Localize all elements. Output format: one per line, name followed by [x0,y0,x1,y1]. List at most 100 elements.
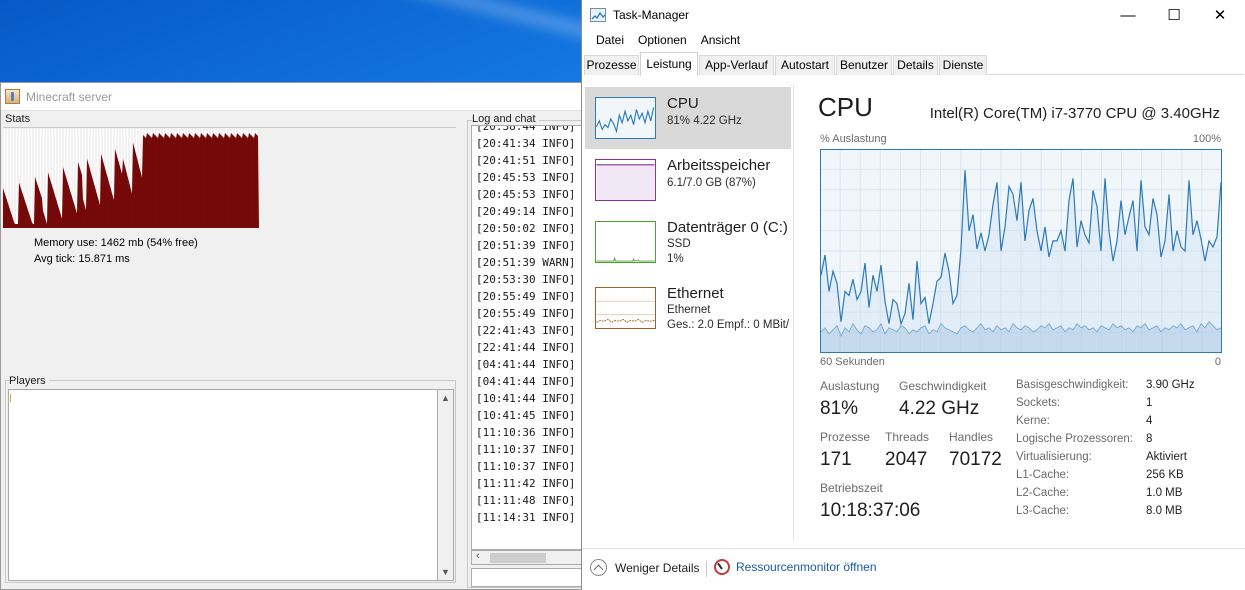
info-l3-cache-label: L3-Cache: [1016,505,1070,517]
handles-label: Handles [949,430,994,444]
info-sockets-value: 1 [1146,397,1153,409]
chart-y-axis-label: % Auslastung [820,133,887,145]
info-basisgeschwindigkeit-label: Basisgeschwindigkeit: [1016,379,1129,391]
players-label: Players [9,375,49,387]
sidebar-item-cpu[interactable]: CPU 81% 4.22 GHz [585,87,791,149]
threads-label: Threads [885,430,930,444]
log-line: [10:41:44 INFO] [476,392,576,405]
java-cup-icon [5,89,20,104]
info-virtualisierung-value: Aktiviert [1146,451,1187,463]
menu-bar: Datei Optionen Ansicht [582,30,747,50]
chevron-up-icon [590,559,607,576]
log-line: [20:50:02 INFO] [476,222,576,235]
log-line: [20:51:39 INFO] [476,239,576,252]
sidebar-item-memory[interactable]: Arbeitsspeicher 6.1/7.0 GB (87%) [585,149,791,211]
memory-stats: Memory use: 1462 mb (54% free) Avg tick:… [34,235,198,267]
log-horizontal-scrollbar[interactable]: ‹ [471,550,597,565]
footer-bar: Weniger Details Ressourcenmonitor öffnen [582,548,1245,586]
auslastung-value: 81% [820,398,859,419]
cpu-model-name: Intel(R) Core(TM) i7-3770 CPU @ 3.40GHz [929,105,1220,122]
log-line: [04:41:44 INFO] [476,375,576,388]
info-virtualisierung-label: Virtualisierung: [1016,451,1092,463]
menu-ansicht[interactable]: Ansicht [694,30,747,50]
info-kerne-value: 4 [1146,415,1153,427]
task-manager-icon [590,8,606,22]
log-label: Log and chat [472,113,539,125]
betriebszeit-value: 10:18:37:06 [820,500,921,521]
geschwindigkeit-label: Geschwindigkeit [899,379,987,393]
tab-prozesse[interactable]: Prozesse [584,55,639,75]
disk-thumbnail-graph [595,221,656,263]
task-manager-window: Task-Manager — ☐ ✕ Datei Optionen Ansich… [581,0,1245,590]
log-line: [22:41:44 INFO] [476,341,576,354]
players-scrollbar[interactable]: ▲ ▼ [438,389,454,581]
sidebar-disk-type: SSD [667,238,691,250]
fewer-details-button[interactable]: Weniger Details [590,559,699,576]
handles-value: 70172 [949,449,1002,470]
menu-optionen[interactable]: Optionen [631,30,694,50]
scroll-down-arrow-icon[interactable]: ▼ [441,567,450,577]
cpu-thumbnail-graph [595,97,656,139]
info-logische-prozessoren-value: 8 [1146,433,1153,445]
sidebar-disk-name: Datenträger 0 (C:) [667,219,788,236]
scrollbar-thumb[interactable] [490,553,546,563]
log-line: [10:41:45 INFO] [476,409,576,422]
log-line: [11:10:36 INFO] [476,426,576,439]
sidebar-item-ethernet[interactable]: Ethernet Ethernet Ges.: 2.0 Empf.: 0 MBi… [585,277,791,339]
tab-autostart[interactable]: Autostart [775,55,835,75]
stats-label: Stats [5,113,34,125]
scroll-left-arrow-icon[interactable]: ‹ [476,550,480,562]
minimize-button[interactable]: — [1105,0,1151,30]
text-caret [10,394,11,402]
log-text-area[interactable]: [20:38:44 INFO] [20:41:34 INFO] [20:41:51 … [471,125,597,550]
tab-details[interactable]: Details [893,55,938,75]
minecraft-title-bar[interactable]: Minecraft server [1,83,599,111]
sidebar-cpu-name: CPU [667,95,699,112]
chart-x-left-label: 60 Sekunden [820,356,885,368]
log-line: [20:53:30 INFO] [476,273,576,286]
info-l1-cache-label: L1-Cache: [1016,469,1070,481]
chat-input[interactable] [471,568,597,587]
window-title: Task-Manager [613,8,690,22]
sidebar-ethernet-throughput: Ges.: 2.0 Empf.: 0 MBit/ [667,319,790,331]
resource-monitor-label: Ressourcenmonitor öffnen [736,560,877,574]
info-l3-cache-value: 8.0 MB [1146,505,1183,517]
info-basisgeschwindigkeit-value: 3.90 GHz [1146,379,1195,391]
log-line: [20:49:14 INFO] [476,205,576,218]
log-line: [20:41:34 INFO] [476,137,576,150]
maximize-button[interactable]: ☐ [1151,0,1197,30]
tab-benutzer[interactable]: Benutzer [836,55,892,75]
resource-monitor-icon [714,559,730,575]
minecraft-server-window: Minecraft server Stats Memory use: 1462 … [0,82,600,590]
info-l2-cache-value: 1.0 MB [1146,487,1183,499]
log-line: [11:11:48 INFO] [476,494,576,507]
resource-sidebar: CPU 81% 4.22 GHz Arbeitsspeicher 6.1/7.0… [585,85,791,540]
tab-app-verlauf[interactable]: App-Verlauf [699,55,774,75]
info-l1-cache-value: 256 KB [1146,469,1184,481]
log-line: [11:10:37 INFO] [476,460,576,473]
log-line: [11:10:37 INFO] [476,443,576,456]
window-title: Minecraft server [26,89,113,104]
info-logische-prozessoren-label: Logische Prozessoren: [1016,433,1133,445]
task-manager-title-bar[interactable]: Task-Manager — ☐ ✕ [582,0,1245,30]
memory-thumbnail-graph [595,159,656,201]
fewer-details-label: Weniger Details [615,560,700,575]
players-list[interactable] [8,389,438,581]
tab-dienste[interactable]: Dienste [939,55,987,75]
log-line: [20:41:51 INFO] [476,154,576,167]
scroll-up-arrow-icon[interactable]: ▲ [441,393,450,403]
log-line: [04:41:44 INFO] [476,358,576,371]
log-line: [20:38:44 INFO] [476,125,576,133]
sidebar-divider [793,85,794,540]
menu-datei[interactable]: Datei [589,30,631,50]
resource-monitor-link[interactable]: Ressourcenmonitor öffnen [714,559,877,575]
sidebar-memory-name: Arbeitsspeicher [667,157,771,174]
info-kerne-label: Kerne: [1016,415,1050,427]
sidebar-ethernet-name: Ethernet [667,285,724,302]
sidebar-item-disk[interactable]: Datenträger 0 (C:) SSD 1% [585,211,791,273]
tab-leistung[interactable]: Leistung [640,52,698,76]
close-button[interactable]: ✕ [1197,0,1243,30]
tab-bar: Prozesse Leistung App-Verlauf Autostart … [584,52,1244,76]
geschwindigkeit-value: 4.22 GHz [899,398,980,419]
sidebar-disk-usage: 1% [667,253,684,265]
